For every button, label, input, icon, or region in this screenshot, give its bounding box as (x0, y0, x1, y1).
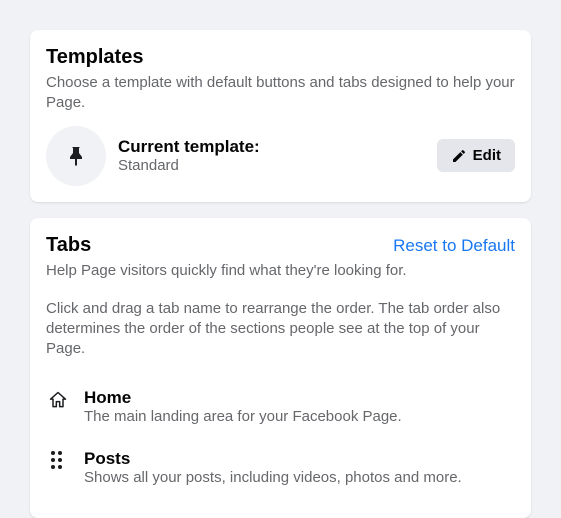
tabs-header: Tabs Reset to Default (46, 234, 515, 261)
edit-template-button[interactable]: Edit (437, 139, 515, 172)
templates-title: Templates (46, 46, 515, 69)
pencil-icon (451, 148, 467, 164)
templates-description: Choose a template with default buttons a… (46, 73, 515, 114)
tab-item-posts[interactable]: Posts Shows all your posts, including vi… (46, 441, 515, 502)
tab-desc: The main landing area for your Facebook … (84, 408, 515, 425)
edit-button-label: Edit (473, 147, 501, 164)
tabs-card: Tabs Reset to Default Help Page visitors… (30, 218, 531, 518)
templates-card: Templates Choose a template with default… (30, 30, 531, 202)
pin-icon (46, 126, 106, 186)
current-template-value: Standard (118, 157, 425, 174)
tab-text: Posts Shows all your posts, including vi… (84, 449, 515, 486)
tabs-description: Help Page visitors quickly find what the… (46, 261, 515, 281)
tab-item-home: Home The main landing area for your Face… (46, 380, 515, 441)
tab-name: Posts (84, 449, 515, 469)
home-icon (46, 388, 70, 410)
reset-to-default-link[interactable]: Reset to Default (393, 236, 515, 256)
tabs-instructions: Click and drag a tab name to rearrange t… (46, 299, 515, 360)
drag-handle-icon[interactable] (46, 449, 70, 469)
current-template-row: Current template: Standard Edit (46, 126, 515, 186)
current-template-info: Current template: Standard (118, 137, 425, 174)
tabs-title: Tabs (46, 234, 91, 257)
tab-desc: Shows all your posts, including videos, … (84, 469, 515, 486)
tab-text: Home The main landing area for your Face… (84, 388, 515, 425)
tab-name: Home (84, 388, 515, 408)
current-template-label: Current template: (118, 137, 425, 157)
